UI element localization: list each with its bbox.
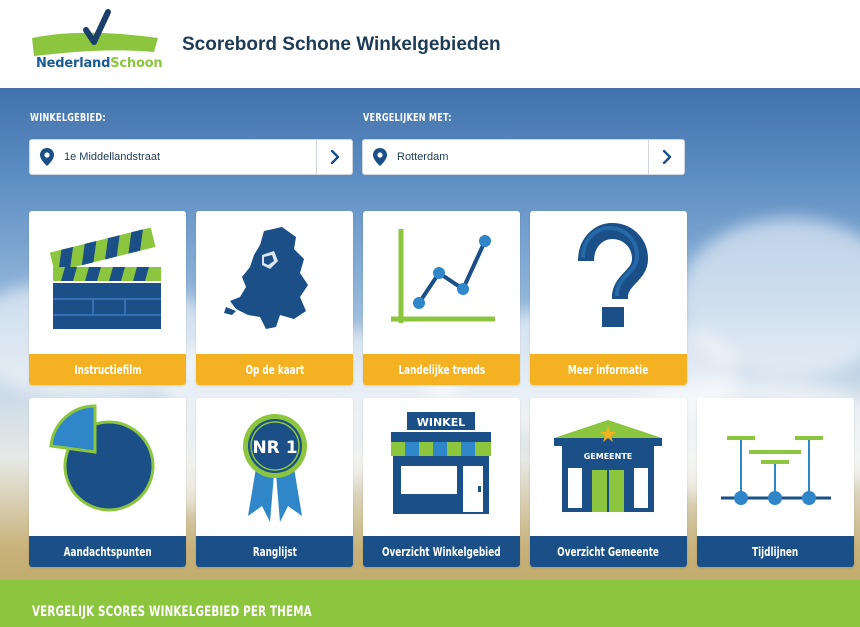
tile-label: Instructiefilm — [73, 362, 142, 377]
page-title: Scorebord Schone Winkelgebieden — [182, 34, 501, 55]
tile-label: Aandachtspunten — [63, 544, 152, 559]
tile-label: Landelijke trends — [398, 362, 485, 377]
shop-icon: WINKEL — [391, 412, 491, 514]
tile-aandachtspunten[interactable]: Aandachtspunten — [29, 398, 186, 567]
compare-go-button[interactable] — [648, 140, 684, 174]
nederlandschoon-logo[interactable]: NederlandSchoon — [30, 8, 163, 76]
compare-value: Rotterdam — [397, 151, 449, 163]
tile-tijdlijnen[interactable]: Tijdlijnen — [697, 398, 854, 567]
compare-selector[interactable]: Rotterdam — [362, 139, 685, 175]
shop-sign-text: WINKEL — [417, 416, 465, 429]
tile-label: Op de kaart — [245, 362, 304, 377]
location-pin-icon — [373, 148, 387, 166]
town-hall-icon: GEMEENTE — [554, 420, 662, 512]
page-header: NederlandSchoon Scorebord Schone Winkelg… — [0, 0, 860, 88]
logo-text-accent: Schoon — [110, 56, 163, 71]
banner-text: VERGELIJK SCORES WINKELGEBIED PER THEMA — [32, 604, 312, 620]
tile-label: Meer informatie — [568, 362, 649, 377]
compare-themes-banner[interactable]: VERGELIJK SCORES WINKELGEBIED PER THEMA — [0, 580, 860, 627]
area-label: WINKELGEBIED: — [30, 111, 106, 124]
rosette-icon: NR 1 — [243, 414, 307, 522]
line-chart-icon — [391, 229, 495, 323]
tile-op-de-kaart[interactable]: Op de kaart — [196, 211, 353, 385]
timeline-icon — [721, 436, 831, 505]
area-value: 1e Middellandstraat — [64, 151, 161, 163]
question-mark-icon — [578, 222, 649, 327]
tile-meer-informatie[interactable]: Meer informatie — [530, 211, 687, 385]
tile-overzicht-gemeente[interactable]: GEMEENTE Overzicht Gemeente — [530, 398, 687, 567]
tile-overzicht-winkelgebied[interactable]: WINKEL Overzicht Winkelgebied — [363, 398, 520, 567]
location-pin-icon — [40, 148, 54, 166]
chevron-right-icon — [330, 150, 339, 164]
tile-instructiefilm[interactable]: Instructiefilm — [29, 211, 186, 385]
tile-label: Overzicht Winkelgebied — [382, 544, 501, 559]
compare-label: VERGELIJKEN MET: — [363, 111, 452, 124]
pie-chart-icon — [49, 404, 155, 512]
town-hall-sign-text: GEMEENTE — [584, 452, 633, 461]
chevron-right-icon — [662, 150, 671, 164]
logo-text-main: Nederland — [36, 56, 111, 71]
netherlands-map-icon — [224, 227, 308, 329]
area-go-button[interactable] — [316, 140, 352, 174]
tile-label: Overzicht Gemeente — [557, 544, 660, 559]
rank-badge-text: NR 1 — [252, 438, 297, 458]
clapperboard-icon — [49, 227, 161, 329]
tile-label: Tijdlijnen — [752, 544, 799, 559]
tile-landelijke-trends[interactable]: Landelijke trends — [363, 211, 520, 385]
tile-ranglijst[interactable]: NR 1 Ranglijst — [196, 398, 353, 567]
tile-label: Ranglijst — [252, 544, 297, 559]
area-selector[interactable]: 1e Middellandstraat — [29, 139, 353, 175]
